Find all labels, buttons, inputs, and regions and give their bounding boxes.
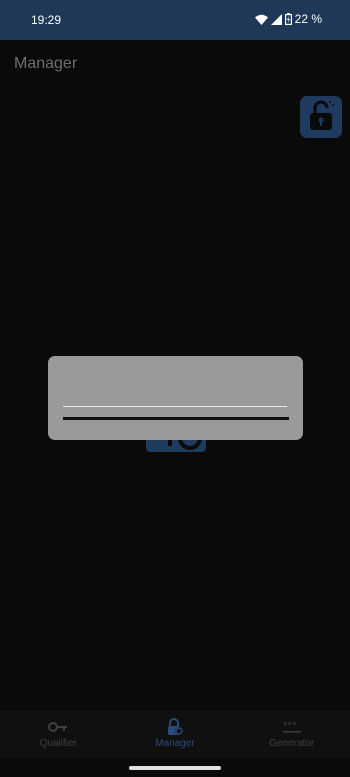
- nav-label: Generator: [269, 738, 315, 749]
- battery-icon: [284, 13, 292, 25]
- status-indicators: 22 %: [254, 12, 322, 26]
- lock-toggle-button[interactable]: [300, 96, 342, 138]
- page-title: Manager: [14, 55, 78, 72]
- password-dots-icon: ***: [282, 718, 302, 736]
- progress-bar: [63, 417, 289, 420]
- signal-icon: [270, 13, 282, 25]
- status-bar: 19:29 22 %: [0, 0, 350, 40]
- home-indicator[interactable]: [129, 766, 221, 770]
- key-icon: [48, 718, 68, 736]
- unlock-icon: [307, 99, 335, 136]
- nav-item-generator[interactable]: *** Generator: [233, 710, 350, 758]
- nav-label: Qualifier: [39, 738, 77, 749]
- wifi-icon: [254, 14, 268, 25]
- input-underline[interactable]: [63, 406, 287, 407]
- loading-dialog: [48, 356, 303, 440]
- lock-icon: [166, 718, 184, 736]
- status-time: 19:29: [31, 13, 62, 27]
- nav-item-qualifier[interactable]: Qualifier: [0, 710, 117, 758]
- nav-label: Manager: [155, 738, 195, 749]
- screen: 19:29 22 % Manager Qualifier Manager ***…: [0, 0, 350, 777]
- bottom-navigation: Qualifier Manager *** Generator: [0, 710, 350, 758]
- nav-item-manager[interactable]: Manager: [117, 710, 234, 758]
- svg-text:***: ***: [283, 721, 297, 731]
- battery-percent: 22 %: [294, 12, 322, 26]
